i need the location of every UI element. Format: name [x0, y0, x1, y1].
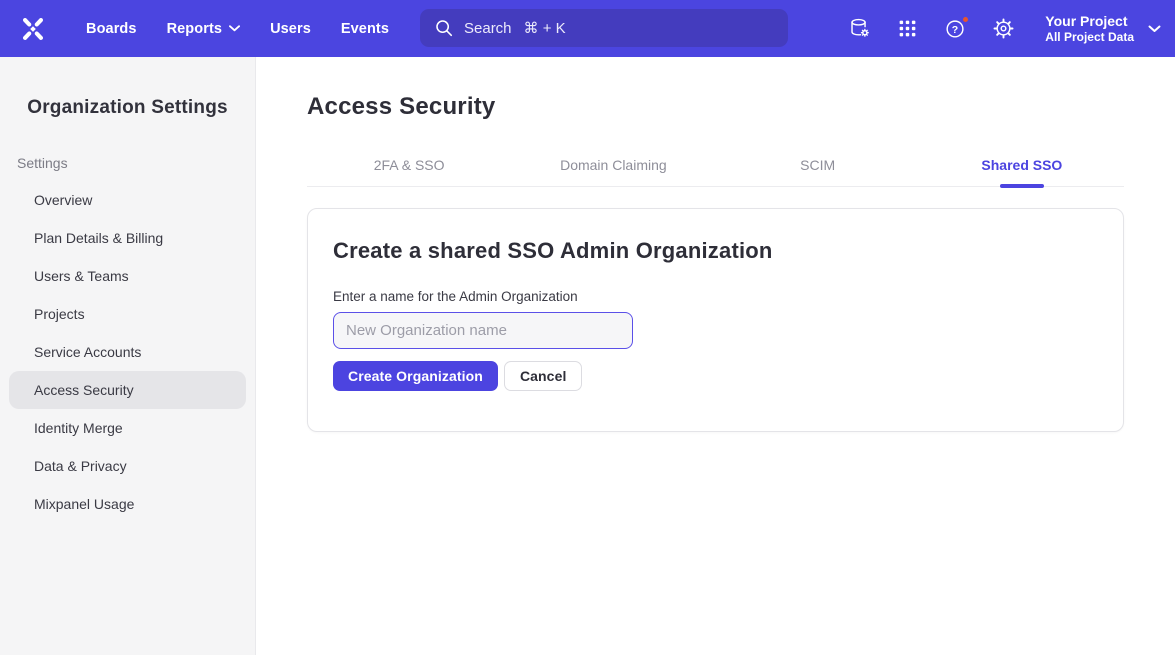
tab-2fa-sso[interactable]: 2FA & SSO [307, 149, 511, 186]
mixpanel-logo[interactable] [16, 12, 50, 46]
sidebar-section-label: Settings [17, 155, 255, 171]
chevron-down-icon [229, 25, 240, 32]
nav-item-boards[interactable]: Boards [86, 21, 137, 37]
search-icon [434, 18, 454, 38]
tab-scim[interactable]: SCIM [716, 149, 920, 186]
sidebar-item-projects[interactable]: Projects [9, 295, 246, 333]
project-switcher[interactable]: Your Project All Project Data [1045, 12, 1161, 45]
main-nav: Boards Reports Users Events [86, 21, 389, 37]
page-title: Access Security [307, 93, 1124, 121]
global-search-input[interactable]: Search ⌘ + K [420, 9, 788, 47]
chevron-down-icon [1148, 25, 1161, 33]
cancel-button[interactable]: Cancel [504, 361, 583, 391]
sidebar-item-access-security[interactable]: Access Security [9, 371, 246, 409]
nav-item-label: Boards [86, 21, 137, 37]
sidebar-item-plan-details-billing[interactable]: Plan Details & Billing [9, 219, 246, 257]
top-navbar: Boards Reports Users Events Search ⌘ + K [0, 0, 1175, 57]
create-organization-button[interactable]: Create Organization [333, 361, 498, 391]
nav-item-label: Reports [167, 21, 223, 37]
access-security-tabs: 2FA & SSO Domain Claiming SCIM Shared SS… [307, 149, 1124, 187]
main-content: Access Security 2FA & SSO Domain Claimin… [256, 57, 1175, 655]
project-name: Your Project [1045, 12, 1134, 30]
nav-item-label: Events [341, 21, 389, 37]
search-placeholder: Search [464, 20, 512, 37]
sidebar-item-identity-merge[interactable]: Identity Merge [9, 409, 246, 447]
card-button-row: Create Organization Cancel [333, 361, 1098, 391]
sidebar-item-data-privacy[interactable]: Data & Privacy [9, 447, 246, 485]
search-shortcut-hint: ⌘ + K [524, 19, 566, 37]
tab-shared-sso[interactable]: Shared SSO [920, 149, 1124, 186]
nav-item-users[interactable]: Users [270, 21, 311, 37]
tab-domain-claiming[interactable]: Domain Claiming [511, 149, 715, 186]
sidebar-item-overview[interactable]: Overview [9, 181, 246, 219]
sidebar-title: Organization Settings [0, 97, 255, 119]
help-icon[interactable]: ? [943, 17, 967, 41]
settings-gear-icon[interactable] [991, 17, 1015, 41]
sidebar-item-service-accounts[interactable]: Service Accounts [9, 333, 246, 371]
nav-item-events[interactable]: Events [341, 21, 389, 37]
sidebar-item-mixpanel-usage[interactable]: Mixpanel Usage [9, 485, 246, 523]
apps-grid-icon[interactable] [895, 17, 919, 41]
sidebar-nav: Overview Plan Details & Billing Users & … [0, 181, 255, 523]
navbar-right-group: ? Your Projec [847, 0, 1161, 57]
svg-text:?: ? [952, 24, 958, 36]
sidebar-item-users-teams[interactable]: Users & Teams [9, 257, 246, 295]
org-settings-sidebar: Organization Settings Settings Overview … [0, 57, 256, 655]
shared-sso-card: Create a shared SSO Admin Organization E… [307, 208, 1124, 432]
card-title: Create a shared SSO Admin Organization [333, 238, 1098, 264]
project-subtitle: All Project Data [1045, 30, 1134, 45]
data-management-icon[interactable] [847, 17, 871, 41]
nav-item-label: Users [270, 21, 311, 37]
org-name-input[interactable] [333, 312, 633, 349]
nav-item-reports[interactable]: Reports [167, 21, 241, 37]
notification-dot [961, 15, 970, 24]
project-meta: Your Project All Project Data [1045, 12, 1134, 45]
org-name-label: Enter a name for the Admin Organization [333, 289, 1098, 304]
